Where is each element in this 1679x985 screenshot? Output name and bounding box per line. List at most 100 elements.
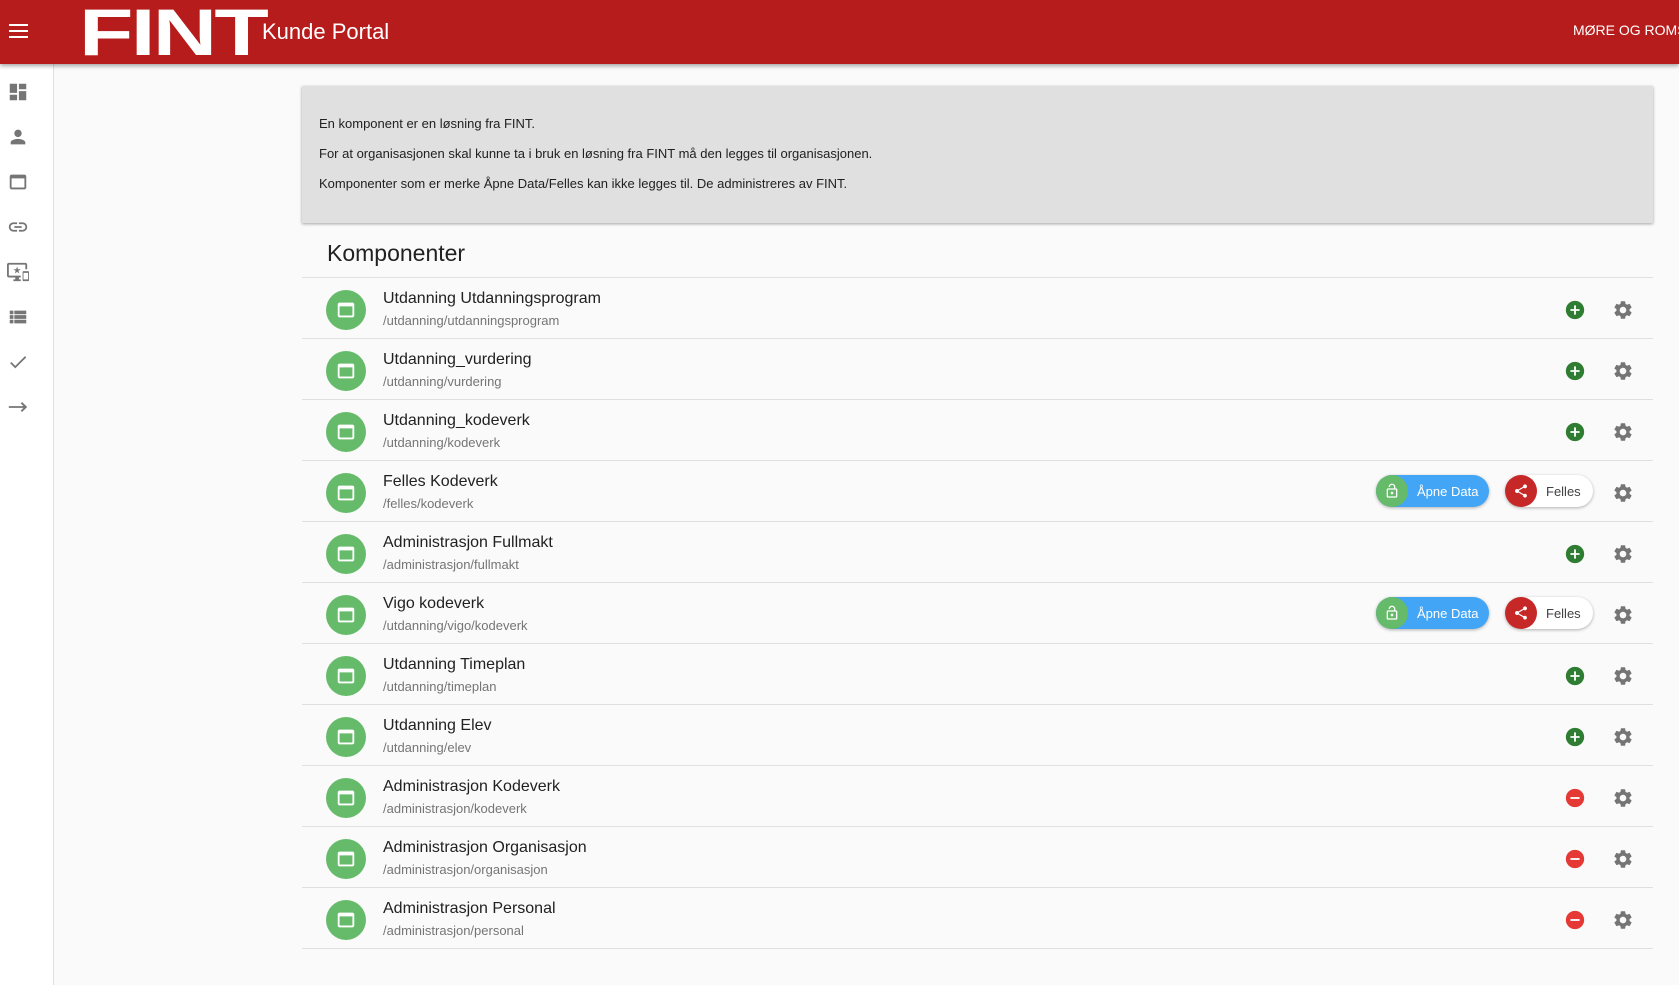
remove-circle-icon[interactable] [1564, 848, 1586, 870]
link-icon [8, 222, 28, 232]
component-avatar [326, 839, 366, 879]
settings-icon[interactable] [1612, 848, 1634, 870]
component-name: Felles Kodeverk [383, 473, 498, 490]
sidebar-item-contacts[interactable] [0, 119, 36, 155]
share-icon [1515, 606, 1527, 620]
list-item: Utdanning Timeplan/utdanning/timeplan [302, 644, 1653, 705]
settings-icon[interactable] [1612, 299, 1634, 321]
remove-circle-icon[interactable] [1564, 909, 1586, 931]
common-chip[interactable]: Felles [1505, 597, 1593, 629]
sidebar-item-tests[interactable] [0, 344, 36, 380]
important-devices-icon [7, 262, 29, 282]
component-name: Administrasjon Organisasjon [383, 839, 587, 856]
sidebar-item-components[interactable] [0, 164, 36, 200]
settings-icon[interactable] [1612, 360, 1634, 382]
component-name: Vigo kodeverk [383, 595, 485, 612]
organisation-name[interactable]: MØRE OG ROMSDAL [1573, 22, 1679, 38]
component-avatar [326, 412, 366, 452]
list-item: Felles Kodeverk/felles/kodeverk Åpne Data… [302, 461, 1653, 522]
add-circle-icon[interactable] [1564, 665, 1586, 687]
open-data-chip[interactable]: Åpne Data [1376, 597, 1489, 629]
component-avatar [326, 351, 366, 391]
component-name: Utdanning_kodeverk [383, 412, 530, 429]
component-path: /administrasjon/fullmakt [383, 557, 519, 572]
web-asset-icon [337, 729, 355, 745]
web-asset-icon [337, 851, 355, 867]
settings-icon[interactable] [1612, 787, 1634, 809]
list-item: Utdanning_vurdering/utdanning/vurdering [302, 339, 1653, 400]
settings-icon[interactable] [1612, 665, 1634, 687]
web-asset-icon [337, 424, 355, 440]
menu-icon[interactable] [6, 18, 32, 44]
list-item: Vigo kodeverk/utdanning/vigo/kodeverk Åpn… [302, 583, 1653, 644]
share-icon [1515, 484, 1527, 498]
add-circle-icon[interactable] [1564, 726, 1586, 748]
add-circle-icon[interactable] [1564, 299, 1586, 321]
component-name: Utdanning Timeplan [383, 656, 526, 673]
add-circle-icon[interactable] [1564, 360, 1586, 382]
common-label: Felles [1546, 483, 1581, 499]
component-avatar [326, 595, 366, 635]
component-avatar [326, 534, 366, 574]
component-name: Administrasjon Fullmakt [383, 534, 553, 551]
settings-icon[interactable] [1612, 421, 1634, 443]
common-label: Felles [1546, 605, 1581, 621]
sidebar-item-dashboard[interactable] [0, 74, 36, 110]
settings-icon[interactable] [1612, 482, 1634, 504]
component-avatar [326, 473, 366, 513]
open-data-chip[interactable]: Åpne Data [1376, 475, 1489, 507]
sidebar-item-forward[interactable] [0, 389, 36, 425]
list-item: Administrasjon Fullmakt/administrasjon/f… [302, 522, 1653, 583]
settings-icon[interactable] [1612, 726, 1634, 748]
list-item: Utdanning Utdanningsprogram/utdanning/ut… [302, 278, 1653, 339]
sidebar-item-adapters[interactable] [0, 209, 36, 245]
dashboard-icon [9, 83, 27, 101]
add-circle-icon[interactable] [1564, 421, 1586, 443]
web-asset-icon [337, 302, 355, 318]
settings-icon[interactable] [1612, 543, 1634, 565]
info-line-1: En komponent er en løsning fra FINT. [319, 116, 536, 131]
web-asset-icon [337, 363, 355, 379]
component-name: Administrasjon Personal [383, 900, 556, 917]
app-bar: FINT Kunde Portal MØRE OG ROMSDAL [0, 0, 1679, 65]
fint-logo[interactable]: FINT [79, 0, 269, 65]
component-path: /utdanning/vigo/kodeverk [383, 618, 528, 633]
remove-circle-icon[interactable] [1564, 787, 1586, 809]
settings-icon[interactable] [1612, 604, 1634, 626]
component-avatar [326, 656, 366, 696]
sidebar-item-access[interactable] [0, 299, 36, 335]
component-path: /utdanning/utdanningsprogram [383, 313, 560, 328]
component-name: Administrasjon Kodeverk [383, 778, 560, 795]
web-asset-icon [337, 668, 355, 684]
web-asset-icon [337, 790, 355, 806]
list-item: Administrasjon Organisasjon/administrasj… [302, 827, 1653, 888]
web-asset-icon [337, 485, 355, 501]
component-path: /utdanning/elev [383, 740, 472, 755]
list-item: Utdanning_kodeverk/utdanning/kodeverk [302, 400, 1653, 461]
info-line-3: Komponenter som er merke Åpne Data/Felle… [319, 176, 848, 191]
component-name: Utdanning_vurdering [383, 351, 532, 368]
component-path: /administrasjon/personal [383, 923, 524, 938]
component-path: /administrasjon/organisasjon [383, 862, 548, 877]
common-chip[interactable]: Felles [1505, 475, 1593, 507]
open-data-label: Åpne Data [1417, 605, 1479, 621]
section-title: Komponenter [327, 240, 466, 266]
web-asset-icon [337, 607, 355, 623]
component-path: /felles/kodeverk [383, 496, 474, 511]
settings-icon[interactable] [1612, 909, 1634, 931]
info-card: En komponent er en løsning fra FINT. For… [302, 86, 1653, 223]
component-avatar [326, 290, 366, 330]
component-name: Utdanning Utdanningsprogram [383, 290, 601, 307]
component-avatar [326, 778, 366, 818]
sidebar [0, 64, 54, 985]
sidebar-item-clients[interactable] [0, 254, 36, 290]
component-path: /utdanning/vurdering [383, 374, 502, 389]
web-asset-icon [337, 912, 355, 928]
person-icon [10, 129, 26, 145]
add-circle-icon[interactable] [1564, 543, 1586, 565]
lock-open-icon [1386, 605, 1398, 620]
list-item: Administrasjon Kodeverk/administrasjon/k… [302, 766, 1653, 827]
component-avatar [326, 900, 366, 940]
list-item: Utdanning Elev/utdanning/elev [302, 705, 1653, 766]
component-path: /utdanning/timeplan [383, 679, 497, 694]
